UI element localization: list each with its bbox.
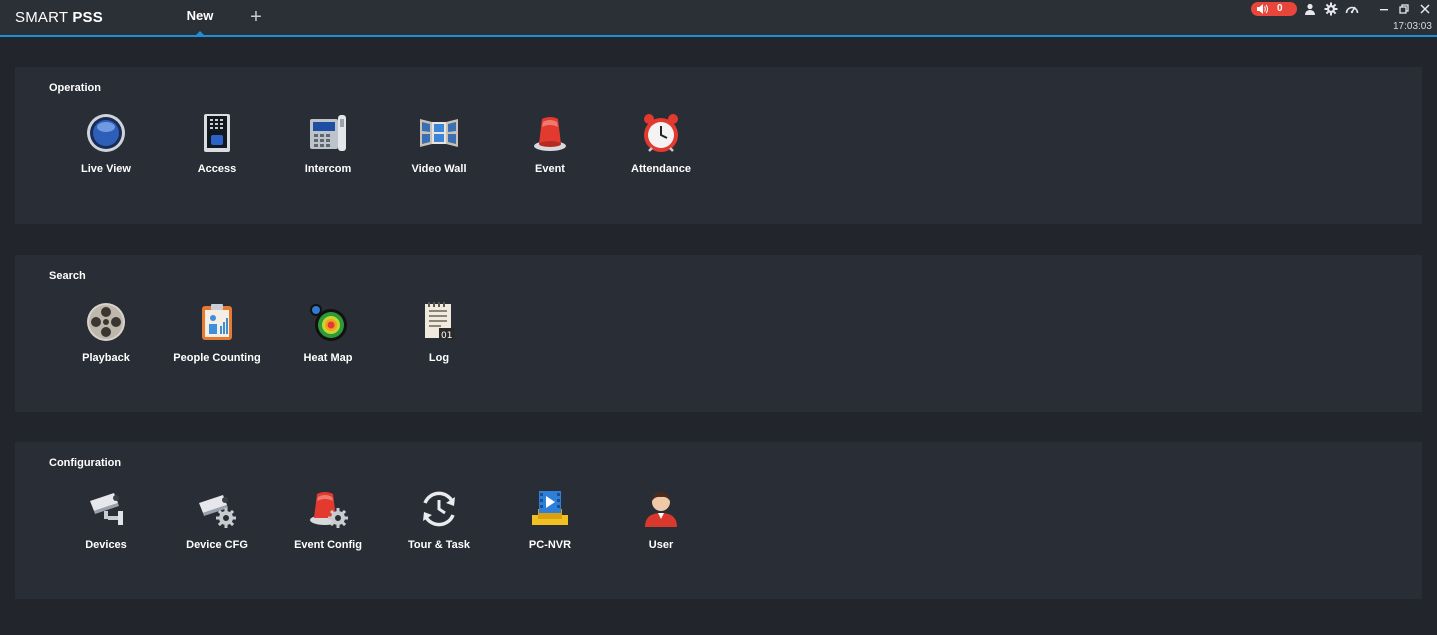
gauge-icon[interactable]	[1345, 2, 1359, 16]
tile-label: Playback	[82, 352, 130, 364]
tile-label: Device CFG	[186, 539, 248, 551]
tile-label: Event	[535, 163, 565, 175]
pc-nvr-icon	[532, 491, 568, 525]
gear-icon[interactable]	[1324, 2, 1338, 16]
log-icon: 01	[425, 302, 455, 341]
tile-video-wall[interactable]: Video Wall	[385, 113, 493, 193]
tile-label: Devices	[85, 539, 127, 551]
tile-devices[interactable]: Devices	[52, 489, 160, 569]
tile-label: Heat Map	[303, 352, 353, 364]
video-wall-icon	[420, 119, 458, 147]
tile-label: User	[648, 539, 674, 551]
section-title-search: Search	[49, 270, 86, 282]
people-counting-icon	[202, 304, 232, 340]
tile-access[interactable]: Access	[163, 113, 271, 193]
tile-user[interactable]: User	[607, 489, 715, 569]
app-logo: SMART PSS	[15, 9, 103, 26]
add-tab-button[interactable]: +	[247, 7, 265, 27]
alarm-counter-button[interactable]: 0	[1251, 2, 1297, 16]
tile-label: Log	[428, 352, 450, 364]
tile-label: PC-NVR	[528, 539, 572, 551]
search-panel: Search Playback People Counting Heat Map…	[15, 255, 1422, 412]
device-cfg-icon	[199, 495, 236, 528]
tile-label: Attendance	[631, 163, 691, 175]
close-icon[interactable]	[1418, 2, 1432, 16]
svg-text:01: 01	[441, 331, 452, 341]
tile-label: Event Config	[294, 539, 362, 551]
clock: 17:03:03	[1393, 21, 1432, 32]
tile-label: Live View	[81, 163, 131, 175]
configuration-panel: Configuration Devices Device CFG Event C…	[15, 442, 1422, 599]
tile-attendance[interactable]: Attendance	[607, 113, 715, 193]
tile-label: People Counting	[173, 352, 261, 364]
tile-label: Access	[197, 163, 237, 175]
tile-log[interactable]: 01 Log	[385, 302, 493, 382]
brand-pss: PSS	[72, 9, 103, 26]
alarm-count: 0	[1277, 3, 1283, 14]
speaker-icon	[1257, 4, 1268, 14]
active-tab-indicator	[196, 31, 204, 35]
user-icon[interactable]	[1303, 2, 1317, 16]
intercom-icon	[310, 115, 346, 151]
restore-icon[interactable]	[1397, 2, 1411, 16]
tile-tour-task[interactable]: Tour & Task	[385, 489, 493, 569]
tile-intercom[interactable]: Intercom	[274, 113, 382, 193]
event-config-icon	[310, 492, 348, 528]
tile-live-view[interactable]: Live View	[52, 113, 160, 193]
minimize-icon[interactable]	[1377, 2, 1391, 16]
devices-icon	[90, 493, 123, 525]
section-title-operation: Operation	[49, 82, 101, 94]
user-icon	[645, 492, 677, 527]
playback-icon	[87, 303, 125, 341]
section-title-configuration: Configuration	[49, 457, 122, 469]
tile-device-cfg[interactable]: Device CFG	[163, 489, 271, 569]
tour-task-icon	[423, 491, 455, 527]
title-bar: SMART PSS New + 0 17:03:03	[0, 0, 1437, 37]
heat-map-icon	[310, 304, 347, 341]
tile-event-config[interactable]: Event Config	[274, 489, 382, 569]
tile-label: Tour & Task	[408, 539, 470, 551]
tile-people-counting[interactable]: People Counting	[163, 302, 271, 382]
tile-label: Intercom	[304, 163, 352, 175]
access-icon	[204, 114, 230, 152]
operation-panel: Operation Live View Access Intercom Vide…	[15, 67, 1422, 224]
tile-pc-nvr[interactable]: PC-NVR	[496, 489, 604, 569]
attendance-icon	[644, 114, 678, 152]
brand-smart: SMART	[15, 9, 68, 26]
live-view-icon	[87, 114, 125, 152]
tile-heat-map[interactable]: Heat Map	[274, 302, 382, 382]
event-icon	[534, 117, 566, 151]
tile-playback[interactable]: Playback	[52, 302, 160, 382]
tile-label: Video Wall	[411, 163, 467, 175]
tile-event[interactable]: Event	[496, 113, 604, 193]
